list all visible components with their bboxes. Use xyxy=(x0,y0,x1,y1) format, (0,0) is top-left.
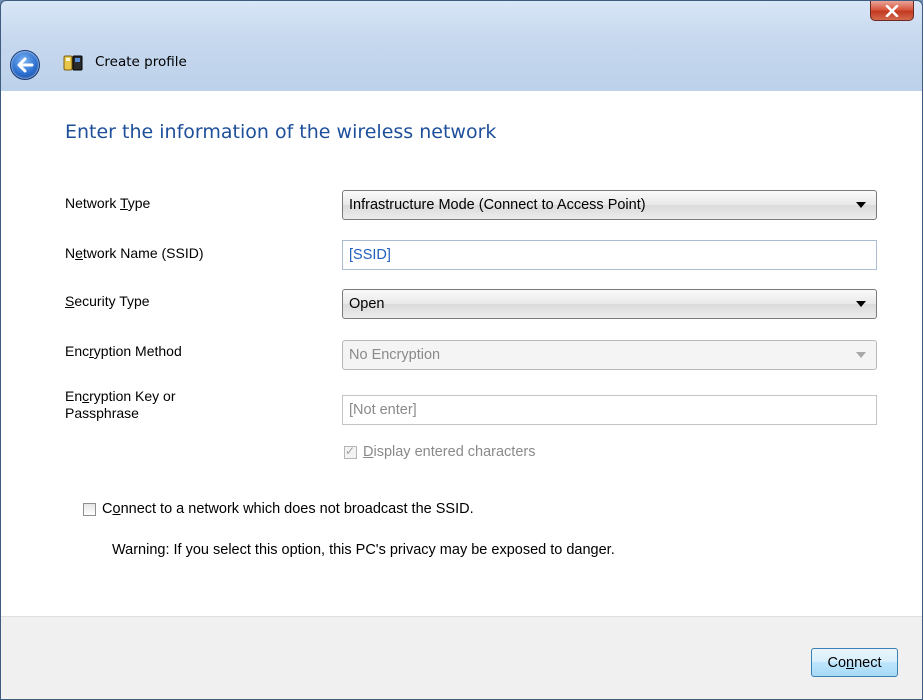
encryption-method-select: No Encryption xyxy=(342,340,877,370)
chevron-down-icon xyxy=(856,202,866,208)
ssid-input[interactable]: [SSID] xyxy=(342,240,877,270)
checkbox-icon[interactable] xyxy=(83,502,96,516)
security-type-label: Security Type xyxy=(65,293,150,309)
close-button[interactable] xyxy=(870,1,914,21)
hidden-ssid-label: Connect to a network which does not broa… xyxy=(102,501,474,517)
security-type-value: Open xyxy=(349,296,385,312)
back-arrow-icon xyxy=(17,57,34,73)
content-area: Enter the information of the wireless ne… xyxy=(1,91,922,616)
network-profile-icon xyxy=(63,55,83,71)
ssid-label: Network Name (SSID) xyxy=(65,245,204,261)
encryption-key-input: [Not enter] xyxy=(342,395,877,425)
page-heading: Enter the information of the wireless ne… xyxy=(65,121,497,143)
encryption-key-value: [Not enter] xyxy=(349,402,417,418)
connect-button[interactable]: Connect xyxy=(811,648,898,677)
hidden-ssid-checkbox[interactable]: Connect to a network which does not broa… xyxy=(83,501,474,517)
window-title: Create profile xyxy=(95,54,187,70)
privacy-warning-text: Warning: If you select this option, this… xyxy=(112,542,615,558)
network-type-select[interactable]: Infrastructure Mode (Connect to Access P… xyxy=(342,190,877,220)
encryption-method-label: Encryption Method xyxy=(65,343,182,359)
dialog-footer: Connect xyxy=(1,616,922,699)
back-button[interactable] xyxy=(10,50,40,80)
close-icon xyxy=(885,4,899,17)
network-type-label: Network Type xyxy=(65,195,151,211)
security-type-select[interactable]: Open xyxy=(342,289,877,319)
encryption-method-value: No Encryption xyxy=(349,347,441,363)
create-profile-window: Create profile Enter the information of … xyxy=(0,0,923,700)
checkbox-checked-icon: ✓ xyxy=(344,443,357,459)
network-type-value: Infrastructure Mode (Connect to Access P… xyxy=(349,197,646,213)
connect-label: Connect xyxy=(827,654,882,671)
chevron-down-icon xyxy=(856,352,866,358)
ssid-value: [SSID] xyxy=(349,247,391,263)
encryption-key-label: Encryption Key or Passphrase xyxy=(65,388,176,421)
display-characters-checkbox: ✓ Display entered characters xyxy=(344,444,535,460)
display-characters-label: Display entered characters xyxy=(363,444,536,460)
chevron-down-icon xyxy=(856,301,866,307)
